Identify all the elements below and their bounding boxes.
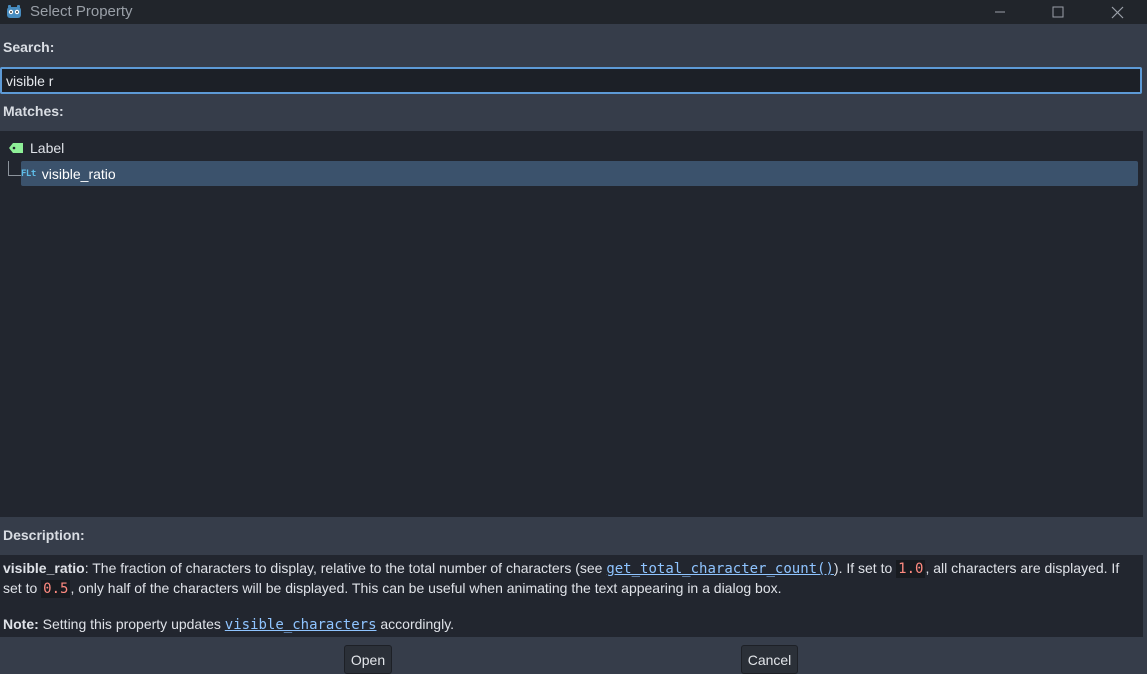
search-field[interactable]: [0, 67, 1142, 94]
float-type-icon: FLt: [21, 168, 36, 179]
property-name: visible_ratio: [3, 560, 85, 576]
desc-text: ). If set to: [833, 560, 897, 576]
window-title: Select Property: [30, 3, 133, 20]
desc-text: , only half of the characters will be di…: [70, 580, 782, 596]
close-button[interactable]: [1087, 0, 1147, 24]
desc-text: : The fraction of characters to display,…: [84, 560, 607, 576]
method-link[interactable]: get_total_character_count(): [606, 561, 834, 577]
property-link[interactable]: visible_characters: [225, 617, 377, 633]
label-node-icon: [9, 143, 23, 153]
search-label: Search:: [3, 39, 55, 55]
note-label: Note:: [3, 616, 39, 632]
description-panel: visible_ratio: The fraction of character…: [0, 555, 1143, 637]
tree-item-property-text: visible_ratio: [41, 165, 116, 182]
tree-item-visible-ratio[interactable]: FLt visible_ratio: [21, 161, 1138, 186]
description-paragraph: visible_ratio: The fraction of character…: [3, 559, 1138, 599]
title-bar[interactable]: Select Property: [0, 0, 1147, 24]
tree-item-label-node[interactable]: Label: [8, 139, 64, 157]
minimize-button[interactable]: [970, 0, 1030, 24]
tree-connector: [8, 161, 21, 176]
note-paragraph: Note: Setting this property updates visi…: [3, 615, 1138, 635]
close-icon: [1111, 6, 1123, 18]
search-input[interactable]: [2, 69, 1140, 92]
maximize-button[interactable]: [1028, 0, 1088, 24]
note-text: accordingly.: [376, 616, 455, 632]
code-value: 1.0: [896, 560, 926, 578]
description-label: Description:: [3, 527, 85, 543]
tree-item-label-text: Label: [30, 140, 65, 156]
open-button[interactable]: Open: [344, 645, 392, 674]
maximize-icon: [1052, 6, 1064, 18]
matches-label: Matches:: [3, 103, 64, 119]
note-text: Setting this property updates: [38, 616, 225, 632]
minimize-icon: [995, 11, 1005, 13]
matches-tree[interactable]: Label FLt visible_ratio: [0, 131, 1143, 517]
godot-icon: [7, 5, 21, 18]
cancel-button[interactable]: Cancel: [741, 645, 798, 674]
code-value: 0.5: [41, 580, 71, 598]
